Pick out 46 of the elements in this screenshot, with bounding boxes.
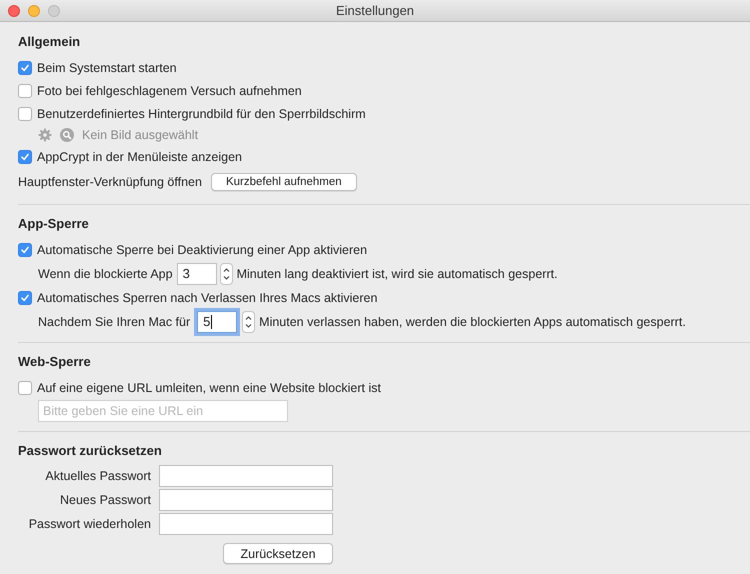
checkbox-label: Auf eine eigene URL umleiten, wenn eine Website blockiert ist <box>37 380 381 394</box>
close-button[interactable] <box>8 4 20 16</box>
checkbox-label: AppCrypt in der Menüleiste anzeigen <box>37 150 242 164</box>
stepper-icon[interactable] <box>242 310 256 332</box>
checkmark-icon <box>19 244 31 256</box>
checkbox[interactable] <box>18 380 32 394</box>
gear-icon[interactable] <box>38 128 52 142</box>
checkbox-label: Automatische Sperre bei Deaktivierung einer App aktivieren <box>37 242 368 256</box>
reset-button[interactable]: Zurücksetzen <box>223 543 333 564</box>
password-field[interactable] <box>159 513 333 535</box>
checkbox[interactable] <box>18 106 32 120</box>
url-field[interactable]: Bitte geben Sie eine URL ein <box>38 400 288 422</box>
stepper-icon[interactable] <box>220 262 233 284</box>
checkbox[interactable] <box>18 242 32 256</box>
checkmark-icon <box>19 150 31 162</box>
password-field[interactable] <box>159 465 333 487</box>
checkbox[interactable] <box>18 150 32 164</box>
checkbox-label: Beim Systemstart starten <box>37 60 177 74</box>
checkmark-icon <box>19 292 31 304</box>
status-text: Kein Bild ausgewählt <box>82 128 198 142</box>
section-heading: App-Sperre <box>18 215 90 233</box>
checkbox-label: Foto bei fehlgeschlagenem Versuch aufnehmen <box>37 84 302 98</box>
sentence-text: Nachdem Sie Ihren Mac für <box>38 314 190 328</box>
sentence-text: Minuten lang deaktiviert ist, wird sie automatisch gesperrt. <box>236 266 558 280</box>
checkbox-label: Automatisches Sperren nach Verlassen Ihres Macs aktivieren <box>37 290 378 304</box>
record-shortcut-button[interactable]: Kurzbefehl aufnehmen <box>210 173 357 191</box>
zoom-button[interactable] <box>48 4 60 16</box>
section-heading: Passwort zurücksetzen <box>18 442 163 460</box>
checkmark-icon <box>19 62 31 74</box>
shortcut-label: Hauptfenster-Verknüpfung öffnen <box>18 175 202 189</box>
password-field[interactable] <box>159 489 333 511</box>
search-icon[interactable] <box>60 128 74 142</box>
field-label: Neues Passwort <box>58 493 151 507</box>
field-label: Passwort wiederholen <box>28 517 151 531</box>
sentence-text: Wenn die blockierte App <box>38 266 173 280</box>
checkbox[interactable] <box>18 60 32 74</box>
checkbox[interactable] <box>18 84 32 98</box>
minimize-button[interactable] <box>28 4 40 16</box>
number-field[interactable]: 3 <box>176 262 217 284</box>
field-label: Aktuelles Passwort <box>44 469 151 483</box>
checkbox-label: Benutzerdefiniertes Hintergrundbild für den Sperrbildschirm <box>37 106 366 120</box>
checkbox[interactable] <box>18 290 32 304</box>
window-title: Einstellungen <box>336 3 414 18</box>
sentence-text: Minuten verlassen haben, werden die blockierten Apps automatisch gesperrt. <box>259 314 686 328</box>
section-heading: Web-Sperre <box>18 353 92 371</box>
section-heading: Allgemein <box>18 33 82 51</box>
